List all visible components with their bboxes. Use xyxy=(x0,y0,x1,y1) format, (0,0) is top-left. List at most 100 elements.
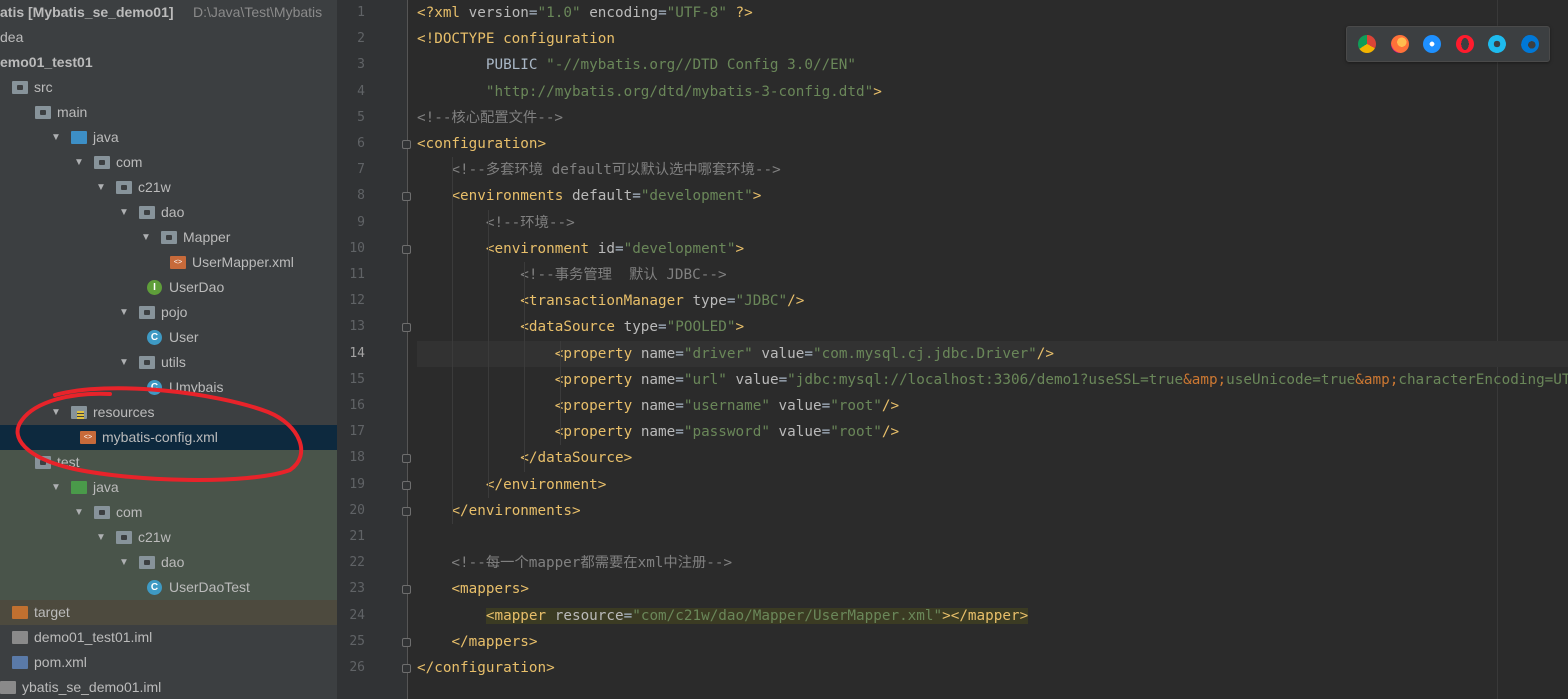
line-number-gutter: 1 2 3 4 5 6 7 8 9 10 11 12 13 14 15 16 17 18 19 20 21 22 23 24 2… xyxy=(337,0,411,699)
fold-marker-icon[interactable] xyxy=(402,637,411,647)
expand-arrow-icon[interactable]: ▼ xyxy=(73,150,85,175)
expand-arrow-icon[interactable]: ▼ xyxy=(118,350,130,375)
iml-file-icon xyxy=(12,631,28,644)
indent-guide xyxy=(560,340,561,446)
line-number: 23 xyxy=(349,581,365,597)
code-line[interactable]: <environments default="development"> xyxy=(417,183,1568,209)
code-editor[interactable]: 1 2 3 4 5 6 7 8 9 10 11 12 13 14 15 16 17 18 19 20 21 22 23 24 2… xyxy=(337,0,1568,699)
code-line[interactable]: <property name="driver" value="com.mysql… xyxy=(417,340,1568,367)
tree-row[interactable]: ▼ pojo xyxy=(0,300,337,325)
line-number: 9 xyxy=(357,214,365,230)
code-line[interactable]: </configuration> xyxy=(417,655,1568,681)
safari-icon[interactable] xyxy=(1423,35,1441,53)
expand-arrow-icon[interactable]: ▼ xyxy=(95,525,107,550)
tree-row[interactable]: ▼ dao xyxy=(0,550,337,575)
code-line[interactable]: <!--事务管理 默认 JDBC--> xyxy=(417,262,1568,288)
opera-icon[interactable] xyxy=(1455,35,1474,53)
tree-row[interactable]: ▼ com xyxy=(0,150,337,175)
tree-row[interactable]: src xyxy=(0,75,337,100)
code-line[interactable]: <property name="url" value="jdbc:mysql:/… xyxy=(417,367,1568,393)
code-line[interactable]: </environments> xyxy=(417,498,1568,524)
code-line[interactable]: "http://mybatis.org/dtd/mybatis-3-config… xyxy=(417,79,1568,105)
code-line[interactable]: <mappers> xyxy=(417,576,1568,602)
tree-row[interactable]: C User xyxy=(0,325,337,350)
indent-guide xyxy=(524,262,525,472)
code-line[interactable]: <mapper resource="com/c21w/dao/Mapper/Us… xyxy=(417,603,1568,629)
tree-row[interactable]: ybatis_se_demo01.iml xyxy=(0,675,337,699)
tree-row[interactable]: ▼ java xyxy=(0,125,337,150)
line-number: 3 xyxy=(357,57,365,73)
edge-icon[interactable] xyxy=(1520,35,1539,53)
expand-arrow-icon[interactable]: ▼ xyxy=(140,225,152,250)
tree-row-label: atis [Mybatis_se_demo01] xyxy=(0,4,174,20)
tree-row[interactable]: main xyxy=(0,100,337,125)
fold-marker-icon[interactable] xyxy=(402,140,411,149)
fold-marker-icon[interactable] xyxy=(402,454,411,464)
tree-row[interactable]: test xyxy=(0,450,337,475)
code-line[interactable]: <!--每一个mapper都需要在xml中注册--> xyxy=(417,550,1568,576)
code-line[interactable]: <!--核心配置文件--> xyxy=(417,105,1568,131)
fold-marker-icon[interactable] xyxy=(402,192,411,202)
tree-row[interactable]: pom.xml xyxy=(0,650,337,675)
tree-row[interactable]: ▼ java xyxy=(0,475,337,500)
expand-arrow-icon[interactable]: ▼ xyxy=(118,300,130,325)
expand-arrow-icon[interactable]: ▼ xyxy=(118,200,130,225)
tree-row[interactable]: ▼ utils xyxy=(0,350,337,375)
code-line[interactable]: <transactionManager type="JDBC"/> xyxy=(417,288,1568,314)
code-line[interactable]: <property name="password" value="root"/> xyxy=(417,419,1568,445)
fold-marker-icon[interactable] xyxy=(402,323,411,333)
tree-row[interactable]: ▼ Mapper xyxy=(0,225,337,250)
tree-row[interactable]: atis [Mybatis_se_demo01] D:\Java\Test\Myb… xyxy=(0,0,337,25)
tree-row-label: c21w xyxy=(138,529,171,545)
expand-arrow-icon[interactable]: ▼ xyxy=(118,550,130,575)
line-number: 6 xyxy=(357,136,365,151)
tree-row[interactable]: ▼ dao xyxy=(0,200,337,225)
expand-arrow-icon[interactable]: ▼ xyxy=(95,175,107,200)
internet-explorer-icon[interactable] xyxy=(1488,35,1506,53)
tree-row[interactable]: ▼ c21w xyxy=(0,175,337,200)
expand-arrow-icon[interactable]: ▼ xyxy=(73,500,85,525)
code-line[interactable]: <!--多套环境 default可以默认选中哪套环境--> xyxy=(417,157,1568,183)
tree-row[interactable]: emo01_test01 xyxy=(0,50,337,75)
tree-row-label: java xyxy=(93,479,119,495)
expand-arrow-icon[interactable]: ▼ xyxy=(50,475,62,500)
line-number: 5 xyxy=(357,109,365,125)
code-line[interactable]: </environment> xyxy=(417,472,1568,498)
firefox-icon[interactable] xyxy=(1390,35,1409,53)
line-number: 22 xyxy=(349,555,365,571)
code-line[interactable]: <!--环境--> xyxy=(417,210,1568,236)
fold-marker-icon[interactable] xyxy=(402,585,411,595)
tree-row[interactable]: demo01_test01.iml xyxy=(0,625,337,650)
expand-arrow-icon[interactable]: ▼ xyxy=(50,400,62,425)
tree-row[interactable]: ▼ resources xyxy=(0,400,337,425)
code-line[interactable]: <configuration> xyxy=(417,131,1568,157)
tree-row[interactable]: C Umybais xyxy=(0,375,337,400)
line-number: 19 xyxy=(349,476,365,492)
code-line[interactable]: <environment id="development"> xyxy=(417,236,1568,262)
fold-marker-icon[interactable] xyxy=(402,480,411,490)
fold-marker-icon[interactable] xyxy=(402,244,411,254)
tree-row[interactable]: I UserDao xyxy=(0,275,337,300)
code-line[interactable]: </mappers> xyxy=(417,629,1568,655)
line-number: 2 xyxy=(357,31,365,47)
tree-row[interactable]: <> UserMapper.xml xyxy=(0,250,337,275)
tree-row[interactable]: C UserDaoTest xyxy=(0,575,337,600)
tree-row[interactable]: ▼ com xyxy=(0,500,337,525)
excluded-folder-icon xyxy=(12,606,28,619)
expand-arrow-icon[interactable]: ▼ xyxy=(50,125,62,150)
code-line[interactable]: <property name="username" value="root"/> xyxy=(417,393,1568,419)
code-line[interactable]: <?xml version="1.0" encoding="UTF-8" ?> xyxy=(417,0,1568,26)
tree-row-label: c21w xyxy=(138,179,171,195)
code-line[interactable]: <dataSource type="POOLED"> xyxy=(417,314,1568,340)
code-line[interactable] xyxy=(417,524,1568,550)
fold-marker-icon[interactable] xyxy=(402,664,411,673)
tree-row[interactable]: <> mybatis-config.xml xyxy=(0,425,337,450)
tree-row[interactable]: dea xyxy=(0,25,337,50)
line-number: 4 xyxy=(357,83,365,99)
code-line[interactable]: </dataSource> xyxy=(417,445,1568,471)
tree-row[interactable]: ▼ c21w xyxy=(0,525,337,550)
chrome-icon[interactable] xyxy=(1358,35,1376,53)
line-number: 25 xyxy=(349,633,365,649)
tree-row[interactable]: target xyxy=(0,600,337,625)
fold-marker-icon[interactable] xyxy=(402,506,411,516)
